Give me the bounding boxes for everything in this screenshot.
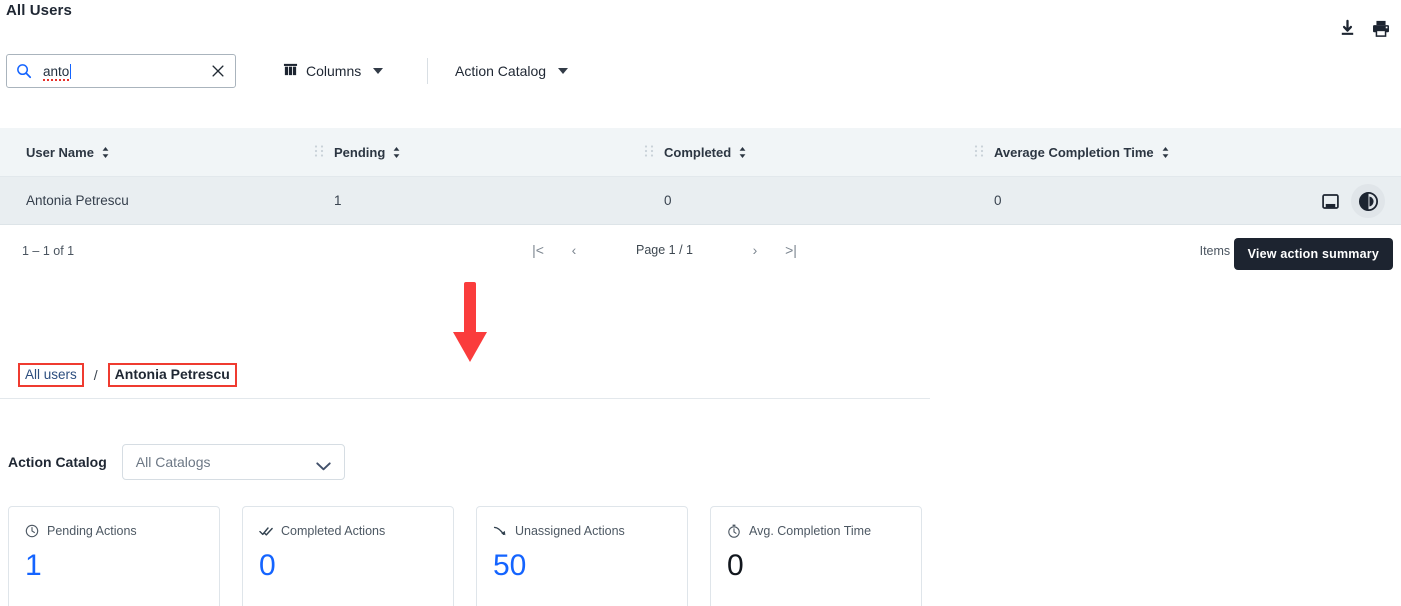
column-resize-grip-icon[interactable]	[644, 144, 654, 161]
users-table: User Name Pending Completed Average Comp…	[0, 128, 1401, 225]
sort-icon[interactable]	[101, 146, 110, 159]
column-header-completed[interactable]: Completed	[644, 144, 994, 161]
columns-icon	[283, 62, 298, 80]
last-page-icon[interactable]: >|	[773, 242, 809, 258]
column-header-label: User Name	[26, 144, 94, 160]
tooltip: View action summary	[1233, 238, 1393, 270]
text-caret	[70, 63, 72, 79]
table-row[interactable]: Antonia Petrescu 1 0 0	[0, 177, 1401, 225]
action-catalog-button[interactable]: Action Catalog	[455, 54, 569, 88]
search-input[interactable]: anto	[6, 54, 236, 88]
column-header-pending[interactable]: Pending	[314, 144, 664, 161]
column-resize-grip-icon[interactable]	[314, 144, 324, 161]
users-page: All Users anto Columns Action Catalog Us…	[0, 0, 1401, 606]
card-label: Avg. Completion Time	[749, 524, 872, 538]
card-label: Unassigned Actions	[515, 524, 625, 538]
breadcrumb-current: Antonia Petrescu	[114, 366, 230, 382]
paginator-page-label: Page 1 / 1	[636, 243, 693, 257]
columns-button[interactable]: Columns	[283, 54, 384, 88]
column-header-avg-completion-time[interactable]: Average Completion Time	[974, 144, 1294, 161]
sort-icon[interactable]	[738, 146, 747, 159]
search-icon	[16, 63, 32, 79]
card-completed-actions: Completed Actions 0	[242, 506, 454, 606]
catalog-select-value: All Catalogs	[135, 454, 211, 470]
stopwatch-icon	[727, 524, 741, 538]
catalog-select[interactable]: All Catalogs	[121, 444, 345, 480]
paginator-range: 1 – 1 of 1	[22, 244, 75, 258]
breadcrumb-separator: /	[93, 367, 98, 383]
table-header-row: User Name Pending Completed Average Comp…	[0, 128, 1401, 177]
search-value-wrap: anto	[43, 63, 210, 81]
sort-icon[interactable]	[392, 146, 401, 159]
first-page-icon[interactable]: |<	[520, 242, 556, 258]
cell-pending: 1	[334, 193, 342, 208]
catalog-filter-label: Action Catalog	[8, 454, 107, 470]
next-page-icon[interactable]: ›	[737, 242, 773, 258]
arrow-branch-icon	[493, 524, 507, 538]
column-header-label: Average Completion Time	[994, 144, 1154, 160]
cell-completed: 0	[664, 193, 672, 208]
table-paginator: 1 – 1 of 1 |< ‹ Page 1 / 1 › >| Items pe…	[0, 228, 1401, 283]
breadcrumb-root-link[interactable]: All users	[25, 367, 77, 382]
row-action-buttons	[1319, 177, 1385, 225]
column-header-user-name[interactable]: User Name	[0, 145, 334, 160]
header-actions	[1337, 18, 1391, 38]
card-value: 0	[259, 549, 276, 582]
user-detail-panel: All users / Antonia Petrescu Action Cata…	[0, 352, 930, 606]
cell-user-name: Antonia Petrescu	[26, 193, 129, 208]
card-value: 0	[727, 549, 744, 582]
pie-chart-icon[interactable]	[1351, 184, 1385, 218]
chevron-down-icon	[558, 68, 569, 74]
card-value: 50	[493, 549, 527, 582]
print-icon[interactable]	[1371, 18, 1391, 38]
page-title: All Users	[6, 2, 72, 19]
summary-cards: Pending Actions 1 Completed Actions 0 Un…	[0, 506, 930, 606]
download-icon[interactable]	[1337, 18, 1357, 38]
card-label: Completed Actions	[281, 524, 386, 538]
double-check-icon	[259, 524, 273, 538]
inbox-icon[interactable]	[1319, 190, 1341, 212]
chevron-down-icon	[373, 68, 384, 74]
paginator-nav: |< ‹ Page 1 / 1 › >|	[520, 242, 809, 258]
breadcrumb: All users / Antonia Petrescu	[0, 352, 930, 398]
catalog-filter: Action Catalog All Catalogs	[0, 444, 930, 480]
search-value: anto	[43, 63, 70, 81]
clock-icon	[25, 524, 39, 538]
chevron-down-icon	[316, 458, 331, 470]
card-unassigned-actions: Unassigned Actions 50	[476, 506, 688, 606]
breadcrumb-divider	[0, 398, 930, 399]
breadcrumb-root-highlight: All users	[18, 363, 84, 387]
card-pending-actions: Pending Actions 1	[8, 506, 220, 606]
toolbar-divider	[427, 58, 428, 84]
prev-page-icon[interactable]: ‹	[556, 242, 592, 258]
sort-icon[interactable]	[1161, 146, 1170, 159]
action-catalog-button-label: Action Catalog	[455, 63, 547, 79]
card-value: 1	[25, 549, 42, 582]
column-header-label: Pending	[334, 144, 386, 160]
card-label: Pending Actions	[47, 524, 137, 538]
column-header-label: Completed	[664, 144, 732, 160]
column-resize-grip-icon[interactable]	[974, 144, 984, 161]
columns-button-label: Columns	[306, 63, 362, 79]
clear-search-icon[interactable]	[210, 63, 226, 79]
breadcrumb-current-highlight: Antonia Petrescu	[107, 363, 237, 387]
cell-avg-completion-time: 0	[994, 193, 1002, 208]
table-toolbar: anto Columns Action Catalog	[0, 54, 1401, 90]
card-avg-completion-time: Avg. Completion Time 0	[710, 506, 922, 606]
